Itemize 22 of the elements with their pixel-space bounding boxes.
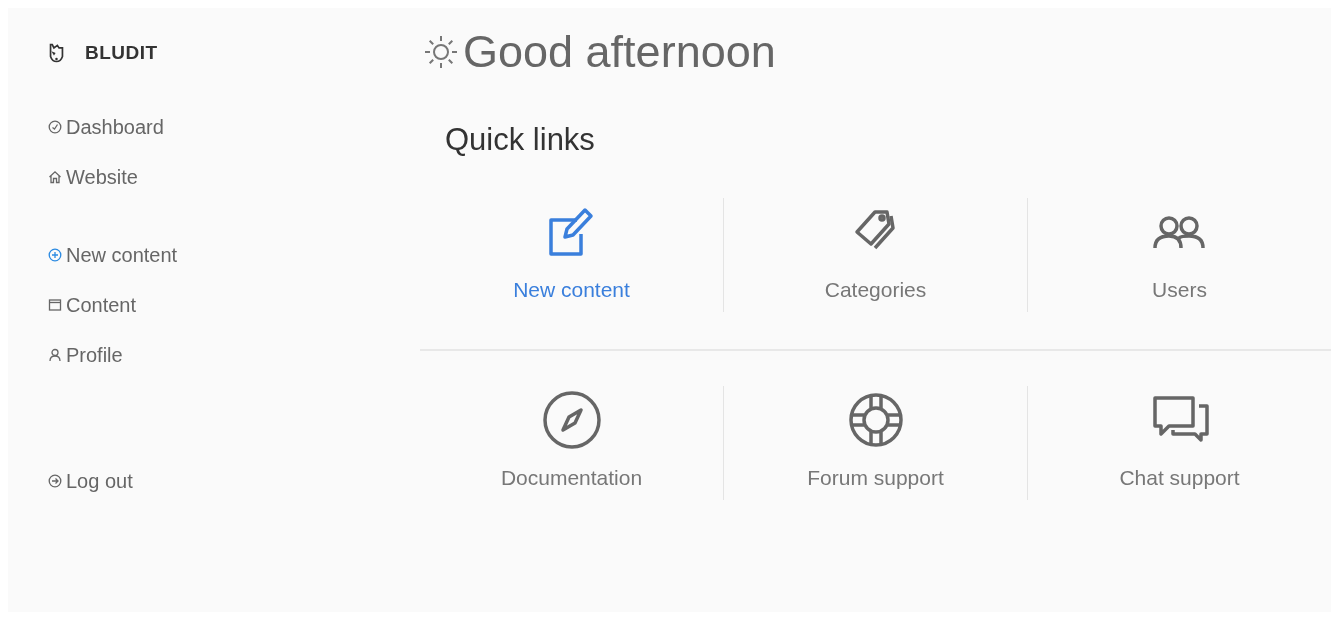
brand-name: BLUDIT (85, 42, 158, 64)
sidebar-item[interactable]: Dashboard (48, 116, 164, 138)
home-icon (48, 170, 62, 184)
sidebar-item[interactable]: Log out (48, 470, 133, 492)
quick-link[interactable]: New content (420, 198, 724, 312)
quick-link[interactable]: Categories (724, 198, 1028, 312)
logout-icon (48, 474, 62, 488)
quick-link[interactable]: Documentation (420, 386, 724, 500)
quick-link[interactable]: Users (1028, 198, 1331, 312)
section-heading: Quick links (445, 122, 595, 158)
sidebar-item[interactable]: Content (48, 294, 137, 316)
quick-link[interactable]: Forum support (724, 386, 1028, 500)
window-icon (48, 298, 62, 312)
sidebar-item[interactable]: Profile (48, 344, 123, 366)
plus-circle-icon (48, 248, 62, 262)
sun-icon (423, 34, 459, 70)
user-icon (48, 348, 62, 362)
quick-link[interactable]: Chat support (1028, 386, 1331, 500)
logo-icon (48, 42, 65, 64)
greeting-heading: Good afternoon (423, 26, 776, 78)
sidebar-item[interactable]: New content (48, 244, 178, 266)
sidebar-item[interactable]: Website (48, 166, 138, 188)
